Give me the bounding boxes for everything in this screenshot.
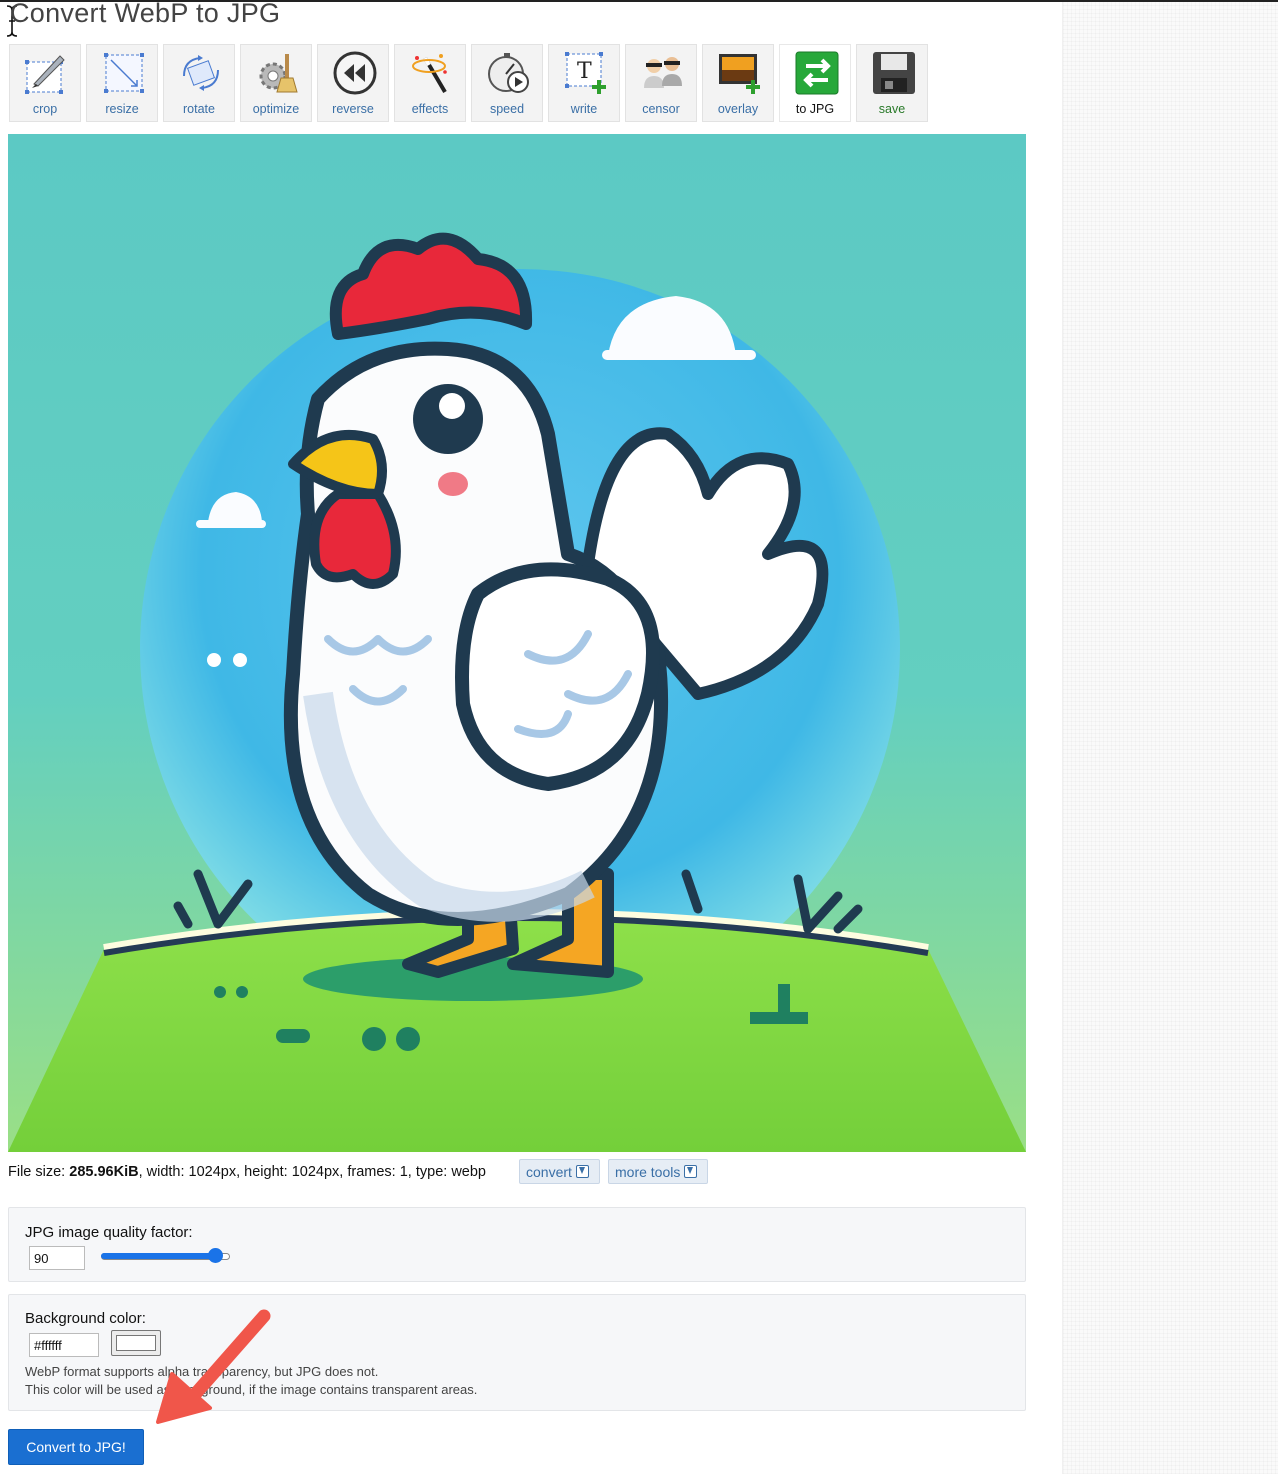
tool-label: resize — [105, 102, 139, 116]
preview-image — [8, 134, 1026, 1152]
tool-effects[interactable]: effects — [394, 44, 466, 122]
rotate-icon — [183, 55, 219, 91]
tool-speed[interactable]: speed — [471, 44, 543, 122]
tool-label: crop — [32, 102, 58, 116]
tool-label: write — [570, 102, 598, 116]
background-label: Background color: — [25, 1310, 146, 1327]
tool-label: save — [878, 102, 906, 116]
convert-to-jpg-icon — [795, 51, 839, 95]
tool-crop[interactable]: crop — [9, 44, 81, 122]
optimize-icon — [259, 54, 298, 93]
download-arrow-icon — [575, 1165, 589, 1178]
file-info-prefix: File size: — [8, 1164, 70, 1180]
quality-slider[interactable] — [101, 1246, 230, 1266]
tool-label: speed — [489, 102, 525, 116]
tool-label: effects — [411, 102, 449, 116]
download-arrow-icon — [684, 1165, 698, 1178]
tool-censor[interactable]: censor — [625, 44, 697, 122]
convert-submit-button[interactable]: Convert to JPG! — [8, 1429, 144, 1465]
tool-overlay[interactable]: overlay — [702, 44, 774, 122]
slider-thumb[interactable] — [208, 1248, 223, 1263]
tool-label: optimize — [252, 102, 300, 116]
tool-reverse[interactable]: reverse — [317, 44, 389, 122]
tool-rotate[interactable]: rotate — [163, 44, 235, 122]
speed-icon — [488, 53, 529, 93]
more-tools-menu-button[interactable]: more tools — [608, 1159, 708, 1184]
annotation-arrow-icon — [156, 1309, 271, 1424]
tool-optimize[interactable]: optimize — [240, 44, 312, 122]
save-icon — [873, 52, 915, 94]
tool-label: to JPG — [795, 102, 835, 116]
quality-label: JPG image quality factor: — [25, 1224, 193, 1241]
file-info-details: , width: 1024px, height: 1024px, frames:… — [138, 1164, 486, 1180]
tool-save[interactable]: save — [856, 44, 928, 122]
file-info: File size: 285.96KiB, width: 1024px, hei… — [8, 1162, 486, 1182]
convert-label: convert — [526, 1164, 572, 1180]
tool-write[interactable]: T write — [548, 44, 620, 122]
quality-input[interactable] — [29, 1246, 85, 1270]
overlay-icon — [719, 54, 760, 94]
censor-icon — [644, 57, 682, 88]
convert-menu-button[interactable]: convert — [519, 1159, 600, 1184]
svg-text:T: T — [577, 59, 592, 84]
toolbar: crop resize rotate optimize reverse effe… — [9, 44, 928, 123]
slider-fill — [101, 1253, 215, 1259]
page-title: Convert WebP to JPG — [10, 0, 281, 28]
file-size-value: 285.96KiB — [69, 1164, 139, 1180]
resize-icon — [104, 53, 144, 93]
tool-label: censor — [642, 102, 680, 116]
tool-to-jpg[interactable]: to JPG — [779, 44, 851, 122]
quality-panel: JPG image quality factor: — [8, 1207, 1026, 1282]
tool-label: overlay — [717, 102, 759, 116]
effects-icon — [412, 54, 447, 94]
tool-resize[interactable]: resize — [86, 44, 158, 122]
reverse-icon — [333, 51, 377, 95]
background-color-input[interactable] — [29, 1333, 99, 1357]
write-icon: T — [565, 52, 606, 94]
more-tools-label: more tools — [615, 1164, 681, 1180]
sidebar-background — [1062, 2, 1278, 1474]
crop-icon — [25, 55, 65, 94]
tool-label: rotate — [183, 102, 215, 116]
tool-label: reverse — [332, 102, 374, 116]
